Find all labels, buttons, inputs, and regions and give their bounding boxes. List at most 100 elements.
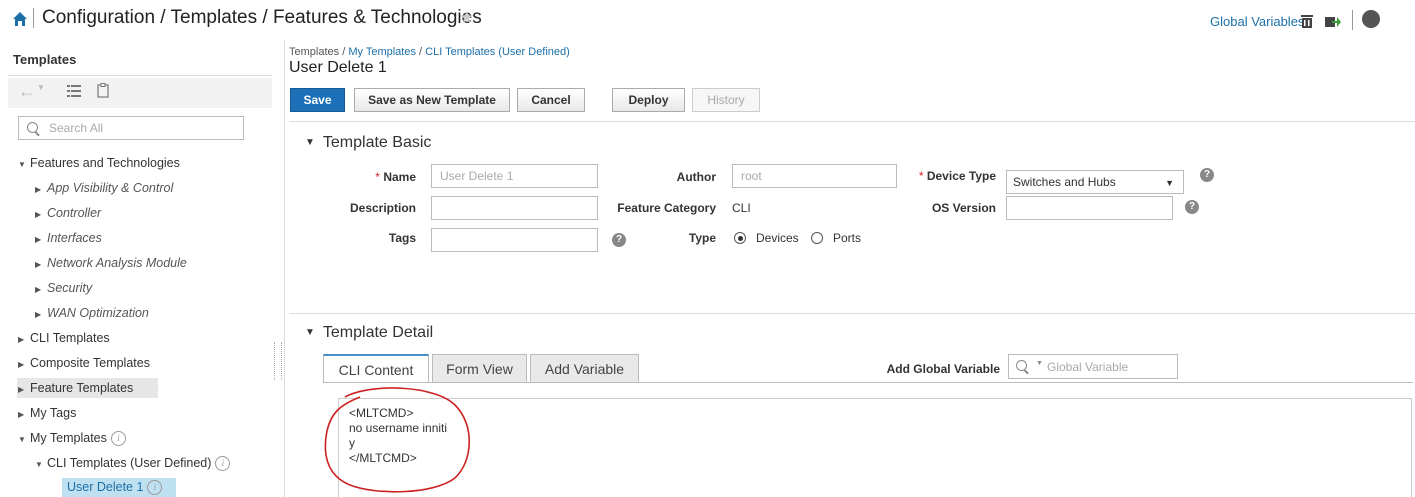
- save-as-new-template-button[interactable]: Save as New Template: [354, 88, 510, 112]
- name-field[interactable]: User Delete 1: [431, 164, 598, 188]
- breadcrumb-root[interactable]: Templates: [289, 46, 339, 58]
- caret-down-icon: ▼: [305, 137, 315, 148]
- save-button[interactable]: Save: [290, 88, 345, 112]
- add-global-variable-label: Add Global Variable: [886, 362, 1000, 376]
- history-button[interactable]: History: [692, 88, 760, 112]
- chevron-down-icon[interactable]: ▼: [1036, 360, 1043, 367]
- feature-category-value: CLI: [732, 201, 751, 215]
- tags-field[interactable]: [431, 228, 598, 252]
- chevron-down-icon[interactable]: ▼: [37, 83, 45, 92]
- tree-item-my-tags[interactable]: ▶ My Tags: [18, 406, 76, 420]
- tree-item-features-and-technologies[interactable]: ▼ Features and Technologies: [18, 156, 180, 170]
- global-variable-input[interactable]: [1045, 359, 1174, 375]
- tags-label: Tags: [388, 231, 416, 245]
- tree-item-interfaces[interactable]: ▶ Interfaces: [35, 231, 102, 245]
- device-type-label: * Device Type: [918, 169, 996, 183]
- sidebar-toolbar: [8, 78, 272, 108]
- caret-right-icon: ▶: [35, 210, 42, 219]
- cli-content-editor[interactable]: <MLTCMD> no username inniti y </MLTCMD>: [338, 398, 1412, 497]
- caret-down-icon: ▼: [35, 460, 43, 469]
- list-view-icon[interactable]: [67, 85, 81, 97]
- caret-down-icon: ▼: [305, 327, 315, 338]
- annotation-circle: [324, 387, 471, 493]
- caret-right-icon: ▶: [18, 360, 25, 369]
- info-icon[interactable]: i: [147, 480, 163, 495]
- tree-item-cli-templates[interactable]: ▶ CLI Templates: [18, 331, 110, 345]
- caret-right-icon: ▶: [18, 410, 25, 419]
- tree-item-network-analysis-module[interactable]: ▶ Network Analysis Module: [35, 256, 187, 270]
- tree-item-security[interactable]: ▶ Security: [35, 281, 92, 295]
- tree-item-my-templates[interactable]: ▼ My Templates i: [18, 431, 126, 446]
- tree-item-composite-templates[interactable]: ▶ Composite Templates: [18, 356, 150, 370]
- breadcrumb-cli-templates[interactable]: CLI Templates (User Defined): [425, 46, 570, 58]
- feature-category-label: Feature Category: [617, 201, 716, 215]
- global-variables-link[interactable]: Global Variables: [1210, 14, 1304, 29]
- global-variable-field[interactable]: [1008, 354, 1178, 379]
- tab-form-view[interactable]: Form View: [432, 354, 527, 382]
- os-version-label: OS Version: [931, 201, 996, 215]
- header-divider: [33, 8, 34, 28]
- divider: [289, 313, 1415, 314]
- type-devices-radio[interactable]: [734, 232, 746, 244]
- caret-right-icon: ▶: [35, 310, 42, 319]
- tabs-baseline: [323, 382, 1413, 383]
- deploy-button[interactable]: Deploy: [612, 88, 685, 112]
- help-icon[interactable]: ?: [1185, 200, 1199, 214]
- caret-down-icon: ▼: [18, 435, 26, 444]
- caret-right-icon: ▶: [18, 385, 25, 394]
- info-icon[interactable]: i: [110, 431, 126, 446]
- caret-right-icon: ▶: [35, 235, 42, 244]
- clipboard-icon[interactable]: [97, 83, 109, 98]
- search-all-input[interactable]: [47, 120, 241, 136]
- caret-right-icon: ▶: [35, 285, 42, 294]
- search-icon: [27, 122, 38, 133]
- template-title: User Delete 1: [289, 59, 387, 76]
- caret-down-icon: ▼: [18, 160, 26, 169]
- page-breadcrumb: Configuration / Templates / Features & T…: [42, 7, 482, 28]
- divider: [8, 75, 272, 76]
- name-label: * Name: [375, 170, 416, 184]
- export-icon[interactable]: [1324, 12, 1342, 30]
- tree-item-cli-templates-user-defined[interactable]: ▼ CLI Templates (User Defined) i: [35, 456, 231, 471]
- tab-cli-content[interactable]: CLI Content: [323, 354, 429, 383]
- tree-item-app-visibility[interactable]: ▶ App Visibility & Control: [35, 181, 173, 195]
- info-icon[interactable]: i: [215, 456, 231, 471]
- search-all-field[interactable]: [18, 116, 244, 140]
- help-icon[interactable]: [1362, 10, 1380, 28]
- trash-icon[interactable]: [1299, 13, 1315, 29]
- description-field[interactable]: [431, 196, 598, 220]
- type-ports-label: Ports: [833, 231, 862, 245]
- sidebar-title: Templates: [13, 52, 77, 67]
- type-devices-label: Devices: [756, 231, 799, 245]
- device-type-select[interactable]: Switches and Hubs ▼: [1006, 170, 1184, 194]
- pane-resize-handle[interactable]: [274, 342, 282, 380]
- type-label: Type: [688, 231, 716, 245]
- description-label: Description: [349, 201, 416, 215]
- caret-right-icon: ▶: [35, 185, 42, 194]
- caret-right-icon: ▶: [35, 260, 42, 269]
- caret-right-icon: ▶: [18, 335, 25, 344]
- search-icon: [1016, 360, 1027, 371]
- tree-item-user-delete-1[interactable]: User Delete 1i: [67, 480, 163, 495]
- help-icon[interactable]: ?: [1200, 168, 1214, 182]
- section-template-detail[interactable]: ▼ Template Detail: [305, 324, 433, 342]
- tab-add-variable[interactable]: Add Variable: [530, 354, 639, 382]
- cancel-button[interactable]: Cancel: [517, 88, 585, 112]
- author-field[interactable]: root: [732, 164, 897, 188]
- type-ports-radio[interactable]: [811, 232, 823, 244]
- tree-item-wan-optimization[interactable]: ▶ WAN Optimization: [35, 306, 149, 320]
- author-label: Author: [676, 170, 716, 184]
- tree-item-feature-templates[interactable]: ▶ Feature Templates: [18, 381, 133, 395]
- breadcrumb-my-templates[interactable]: My Templates: [348, 46, 416, 58]
- header-divider: [1352, 10, 1353, 30]
- pane-divider: [284, 40, 285, 497]
- divider: [289, 121, 1415, 122]
- dropdown-arrow-icon: ▼: [1165, 178, 1174, 188]
- star-icon[interactable]: ★: [459, 8, 474, 28]
- section-template-basic[interactable]: ▼ Template Basic: [305, 134, 431, 152]
- os-version-field[interactable]: [1006, 196, 1173, 220]
- tree-item-controller[interactable]: ▶ Controller: [35, 206, 101, 220]
- template-breadcrumb: Templates / My Templates / CLI Templates…: [289, 46, 570, 58]
- back-arrow-icon[interactable]: ←: [18, 81, 36, 102]
- home-icon[interactable]: [12, 11, 28, 27]
